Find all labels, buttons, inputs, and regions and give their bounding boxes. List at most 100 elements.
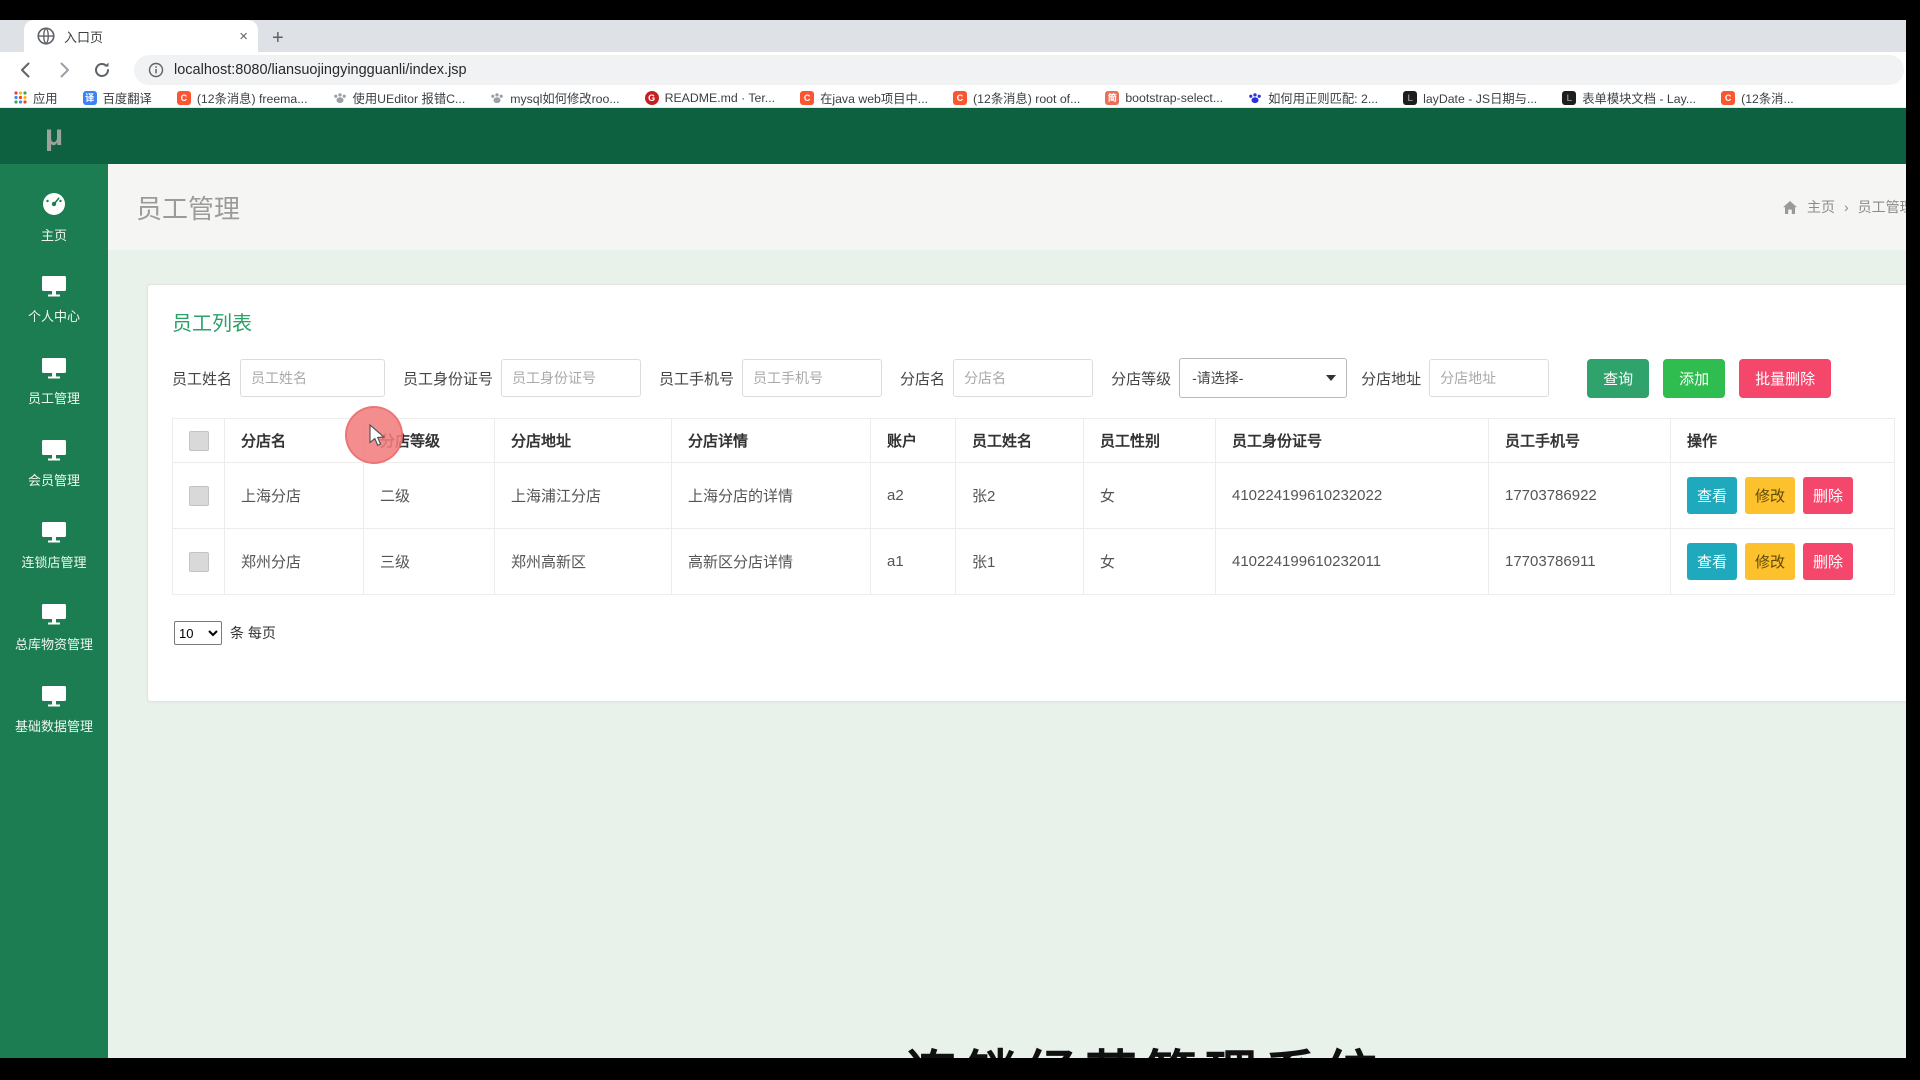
gitee-icon: G — [644, 90, 659, 105]
app-root: μ 主页 个人中心 员工管理 会员管理 连锁店管理 总库物资管理 基础数据管理 … — [0, 108, 1920, 1058]
monitor-icon — [42, 358, 66, 379]
mouse-cursor-icon — [369, 424, 386, 447]
bookmark-laydate[interactable]: L layDate - JS日期与... — [1403, 89, 1537, 107]
row-checkbox[interactable] — [188, 551, 209, 572]
bookmark-label: (12条消息) root of... — [973, 91, 1081, 106]
view-button[interactable]: 查看 — [1687, 477, 1738, 514]
bookmark-csdn-2[interactable]: C 在java web项目中... — [800, 89, 928, 107]
bookmark-baidu-translate[interactable]: 译 百度翻译 — [82, 89, 152, 107]
cell-name: 张1 — [955, 528, 1084, 595]
cell-branch-detail: 上海分店的详情 — [671, 462, 871, 529]
browser-tab[interactable]: 入口页 × — [24, 20, 258, 52]
cell-idcard: 410224199610232022 — [1215, 462, 1489, 529]
bookmark-apps[interactable]: 应用 — [14, 89, 58, 107]
new-tab-button[interactable]: + — [272, 28, 284, 48]
filter-label-name: 员工姓名 — [172, 370, 233, 388]
back-icon[interactable] — [16, 60, 36, 80]
branch-address-input[interactable] — [1429, 359, 1550, 397]
col-name: 员工姓名 — [955, 418, 1084, 463]
tab-title: 入口页 — [64, 29, 104, 45]
cell-branch-address: 上海浦江分店 — [494, 462, 672, 529]
cell-account: a1 — [870, 528, 956, 595]
forward-icon[interactable] — [54, 60, 74, 80]
sidebar-item-stores[interactable]: 连锁店管理 — [0, 504, 108, 586]
bookmark-baidu[interactable]: 如何用正则匹配: 2... — [1248, 89, 1378, 107]
employee-name-input[interactable] — [240, 359, 386, 397]
sidebar-item-label: 总库物资管理 — [14, 637, 93, 652]
bookmark-label: 百度翻译 — [102, 91, 152, 106]
content-area: 员工列表 员工姓名 员工身份证号 员工手机号 分店名 — [108, 250, 1920, 702]
sidebar-item-label: 员工管理 — [27, 391, 80, 406]
sidebar-item-home[interactable]: 主页 — [0, 176, 108, 258]
browser-toolbar: localhost:8080/liansuojingyingguanli/ind… — [0, 52, 1920, 88]
bookmark-readme[interactable]: G README.md · Ter... — [644, 90, 775, 105]
table-row: 郑州分店 三级 郑州高新区 高新区分店详情 a1 张1 女 4102241996… — [172, 528, 1895, 595]
branch-name-input[interactable] — [953, 359, 1094, 397]
bookmark-ueditor[interactable]: 使用UEditor 报错C... — [333, 89, 466, 107]
employee-idcard-input[interactable] — [501, 359, 642, 397]
filter-label-address: 分店地址 — [1361, 370, 1422, 388]
bookmark-label: (12条消... — [1741, 91, 1794, 106]
sidebar-item-basedata[interactable]: 基础数据管理 — [0, 668, 108, 750]
view-button[interactable]: 查看 — [1687, 543, 1738, 580]
tab-strip: 入口页 × + — [0, 20, 1920, 52]
bookmark-layui-form[interactable]: L 表单模块文档 - Lay... — [1562, 89, 1696, 107]
paw-icon — [491, 92, 504, 103]
sidebar-item-members[interactable]: 会员管理 — [0, 422, 108, 504]
chevron-down-icon — [1326, 375, 1337, 381]
screen: 入口页 × + localhost:8080/liansuojingyinggu… — [0, 0, 1920, 1080]
sidebar-item-profile[interactable]: 个人中心 — [0, 258, 108, 340]
search-button[interactable]: 查询 — [1587, 358, 1650, 398]
site-info-icon[interactable] — [148, 62, 164, 78]
tab-close-icon[interactable]: × — [239, 29, 248, 44]
bookmark-label: 使用UEditor 报错C... — [352, 91, 466, 106]
csdn-icon: C — [953, 90, 968, 105]
bookmark-label: 表单模块文档 - Lay... — [1582, 91, 1697, 106]
sidebar-item-employees[interactable]: 员工管理 — [0, 340, 108, 422]
baidu-paw-icon — [1249, 92, 1261, 103]
bookmark-csdn-3[interactable]: C (12条消息) root of... — [953, 89, 1080, 107]
breadcrumb-home[interactable]: 主页 — [1807, 197, 1835, 217]
cell-gender: 女 — [1083, 528, 1216, 595]
edit-button[interactable]: 修改 — [1745, 543, 1796, 580]
col-branch-detail: 分店详情 — [671, 418, 871, 463]
employee-table: 分店名 分店等级 分店地址 分店详情 账户 员工姓名 员工性别 员工身份证号 员 — [172, 418, 1895, 595]
add-button[interactable]: 添加 — [1663, 358, 1726, 398]
monitor-icon — [42, 440, 66, 461]
url-text[interactable]: localhost:8080/liansuojingyingguanli/ind… — [174, 62, 467, 78]
monitor-icon — [42, 276, 66, 297]
cell-account: a2 — [870, 462, 956, 529]
filter-label-branch: 分店名 — [900, 370, 946, 388]
page-size-select[interactable]: 10 — [174, 621, 222, 645]
col-branch-name: 分店名 — [224, 418, 364, 463]
sidebar-item-label: 基础数据管理 — [14, 719, 93, 734]
delete-button[interactable]: 删除 — [1803, 477, 1854, 514]
layui-icon: L — [1403, 90, 1418, 105]
sidebar-item-label: 个人中心 — [27, 309, 80, 324]
edit-button[interactable]: 修改 — [1745, 477, 1796, 514]
translate-icon: 译 — [82, 90, 97, 105]
bookmark-label: (12条消息) freema... — [196, 91, 308, 106]
sidebar-item-label: 会员管理 — [27, 473, 80, 488]
globe-favicon-icon — [37, 27, 55, 45]
bookmark-mysql[interactable]: mysql如何修改roo... — [490, 89, 620, 107]
select-all-checkbox[interactable] — [188, 430, 209, 451]
bookmark-jianshu[interactable]: 简 bootstrap-select... — [1105, 90, 1223, 105]
employee-phone-input[interactable] — [742, 359, 883, 397]
bookmark-csdn-1[interactable]: C (12条消息) freema... — [176, 89, 308, 107]
delete-button[interactable]: 删除 — [1803, 543, 1854, 580]
batch-delete-button[interactable]: 批量删除 — [1739, 358, 1832, 398]
bookmark-label: layDate - JS日期与... — [1423, 91, 1538, 106]
address-bar[interactable]: localhost:8080/liansuojingyingguanli/ind… — [134, 55, 1904, 85]
row-checkbox[interactable] — [188, 485, 209, 506]
monitor-icon — [42, 522, 66, 543]
dashboard-icon — [43, 193, 65, 215]
sidebar-item-warehouse[interactable]: 总库物资管理 — [0, 586, 108, 668]
bookmark-csdn-4[interactable]: C (12条消... — [1721, 89, 1794, 107]
cell-branch-detail: 高新区分店详情 — [671, 528, 871, 595]
bookmark-label: 应用 — [33, 91, 58, 106]
reload-icon[interactable] — [92, 60, 112, 80]
filter-row: 员工姓名 员工身份证号 员工手机号 分店名 分店等级 -请选择- — [172, 358, 1893, 398]
sidebar: 主页 个人中心 员工管理 会员管理 连锁店管理 总库物资管理 基础数据管理 — [0, 164, 108, 1058]
branch-level-select[interactable]: -请选择- — [1179, 358, 1348, 398]
